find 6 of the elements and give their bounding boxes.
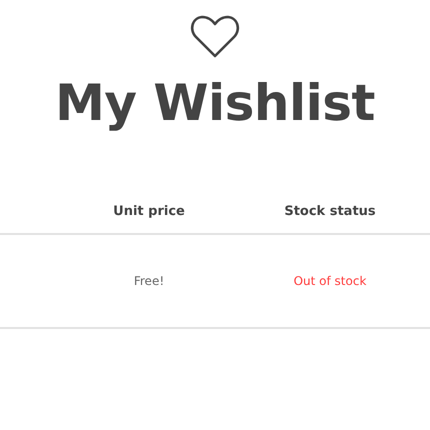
heart-icon: [190, 15, 240, 59]
stock-status: Out of stock: [294, 274, 366, 288]
column-header: Stock status: [284, 204, 376, 218]
unit-price: Free!: [134, 274, 164, 288]
column-header: Unit price: [113, 204, 185, 218]
page-title: My Wishlist: [55, 73, 375, 133]
